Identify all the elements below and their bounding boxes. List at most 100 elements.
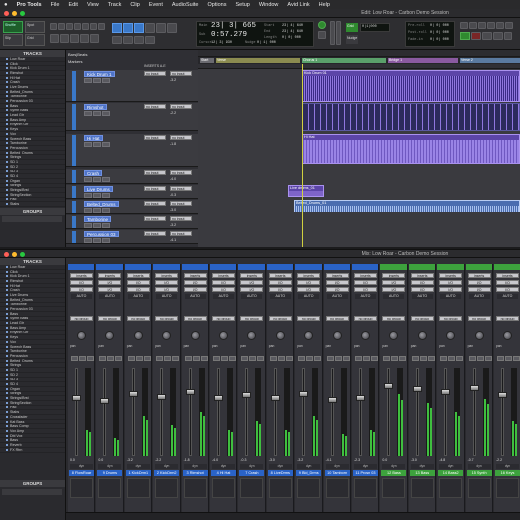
track-name[interactable]: Percussion 03	[84, 231, 119, 237]
track-visibility-icon[interactable]	[6, 373, 8, 376]
io-slot[interactable]: no input	[170, 170, 192, 175]
marker-verse-2[interactable]: Verse 2	[460, 58, 520, 63]
track-visibility-icon[interactable]	[6, 100, 8, 103]
comments-box[interactable]	[382, 478, 406, 498]
solo-button[interactable]	[127, 356, 135, 361]
group-selector[interactable]: no group	[183, 316, 207, 321]
track-visibility-icon[interactable]	[6, 270, 8, 273]
comments-box[interactable]	[155, 478, 179, 498]
mute-button[interactable]	[419, 356, 427, 361]
smart-tool-icon[interactable]	[112, 23, 122, 33]
mix-groups-list-header[interactable]: GROUPS	[0, 480, 65, 487]
volume-fader[interactable]	[242, 392, 252, 398]
groups-row[interactable]	[2, 216, 62, 222]
solo-button[interactable]	[468, 356, 476, 361]
track-visibility-icon[interactable]	[6, 104, 8, 107]
automation-mode[interactable]: AUTO	[497, 294, 518, 299]
record-arm-button[interactable]	[513, 356, 520, 361]
track-header[interactable]: Rimshot no input no input -2.2	[66, 103, 198, 131]
mute-button[interactable]	[306, 356, 314, 361]
comments-box[interactable]	[439, 478, 463, 498]
track-visibility-icon[interactable]	[6, 275, 8, 278]
solo-button[interactable]	[93, 142, 101, 147]
track-visibility-icon[interactable]	[6, 76, 8, 79]
record-arm-button[interactable]	[399, 356, 407, 361]
output-slot[interactable]: I/O	[126, 287, 150, 292]
volume-fader[interactable]	[299, 390, 309, 397]
insertion-follows-icon[interactable]	[145, 36, 155, 44]
mute-button[interactable]	[102, 142, 110, 147]
menu-view[interactable]: View	[87, 2, 99, 8]
menu-event[interactable]: Event	[149, 2, 163, 8]
track-visibility-icon[interactable]	[6, 142, 8, 145]
comments-box[interactable]	[126, 478, 150, 498]
record-arm-button[interactable]	[84, 223, 92, 228]
menu-edit[interactable]: Edit	[68, 2, 77, 8]
solo-button[interactable]	[355, 356, 362, 361]
record-arm-button[interactable]	[427, 356, 435, 361]
track-visibility-icon[interactable]	[6, 420, 8, 423]
send-slot[interactable]: I/O	[212, 280, 235, 285]
selector-tool-icon[interactable]	[60, 34, 69, 43]
mute-button[interactable]	[448, 356, 456, 361]
output-slot[interactable]: I/O	[240, 287, 264, 292]
insert-slot[interactable]: inserts	[496, 273, 519, 278]
automation-mode[interactable]: AUTO	[241, 294, 263, 299]
output-slot[interactable]: I/O	[325, 287, 349, 292]
countoff-icon[interactable]	[504, 32, 512, 40]
track-visibility-icon[interactable]	[6, 359, 8, 362]
insert-slot[interactable]: inserts	[155, 273, 179, 278]
mode-shuffle-button[interactable]: Shuffle	[3, 21, 23, 33]
selector-icon[interactable]	[134, 23, 144, 33]
pan-knob[interactable]	[219, 331, 228, 340]
track-header[interactable]: Crash no input no input -4.0	[66, 169, 198, 184]
mute-button[interactable]	[102, 177, 110, 182]
strip-name[interactable]: 2 KickDrm2	[154, 470, 180, 476]
solo-button[interactable]	[411, 356, 419, 361]
menu-clip[interactable]: Clip	[130, 2, 139, 8]
volume-fader[interactable]	[469, 384, 479, 391]
strip-name[interactable]: 4 Hi Hat	[211, 470, 236, 476]
volume-fader[interactable]	[157, 393, 167, 400]
mute-button[interactable]	[334, 356, 342, 361]
mute-button[interactable]	[102, 208, 110, 213]
solo-button[interactable]	[156, 356, 164, 361]
track-visibility-icon[interactable]	[6, 90, 8, 93]
track-visibility-icon[interactable]	[6, 354, 8, 357]
metronome-icon[interactable]	[493, 32, 503, 40]
volume-fader[interactable]	[128, 390, 138, 397]
menu-help[interactable]: Help	[319, 2, 330, 8]
record-arm-button[interactable]	[84, 177, 92, 182]
track-visibility-icon[interactable]	[6, 118, 8, 121]
group-selector[interactable]: no group	[126, 316, 150, 321]
zoom-preset-2[interactable]	[74, 23, 81, 30]
solo-button[interactable]	[93, 238, 101, 243]
close-icon[interactable]	[4, 11, 9, 16]
strip-name[interactable]: 3 Rimshot	[182, 470, 208, 476]
insert-slot[interactable]: inserts	[240, 273, 264, 278]
insert-slot[interactable]: inserts	[98, 273, 122, 278]
mix-tracks-list-header[interactable]: TRACKS	[0, 258, 65, 265]
track-visibility-icon[interactable]	[6, 67, 8, 70]
record-arm-button[interactable]	[84, 208, 92, 213]
play-icon[interactable]	[460, 32, 470, 40]
solo-button[interactable]	[241, 356, 249, 361]
send-slot[interactable]: I/O	[70, 280, 93, 285]
send-slot[interactable]: I/O	[240, 280, 264, 285]
zoom-preset-4[interactable]	[90, 23, 97, 30]
track-visibility-icon[interactable]	[6, 57, 8, 60]
strip-name[interactable]: 9 Drums	[97, 470, 123, 476]
strip-name[interactable]: 13 Bass	[409, 470, 435, 476]
track-visibility-icon[interactable]	[6, 350, 8, 353]
insert-slot[interactable]: no input	[144, 135, 166, 140]
track-visibility-icon[interactable]	[6, 448, 8, 451]
group-selector[interactable]: no group	[297, 316, 321, 321]
track-name[interactable]: Belted_Drums	[84, 201, 119, 207]
track-visibility-icon[interactable]	[6, 303, 8, 306]
insert-slot[interactable]: inserts	[126, 273, 150, 278]
track-visibility-icon[interactable]	[6, 193, 8, 196]
volume-fader[interactable]	[356, 395, 365, 401]
track-visibility-icon[interactable]	[6, 345, 8, 348]
grabber-icon[interactable]	[145, 23, 155, 33]
automation-mode[interactable]: AUTO	[269, 294, 291, 299]
